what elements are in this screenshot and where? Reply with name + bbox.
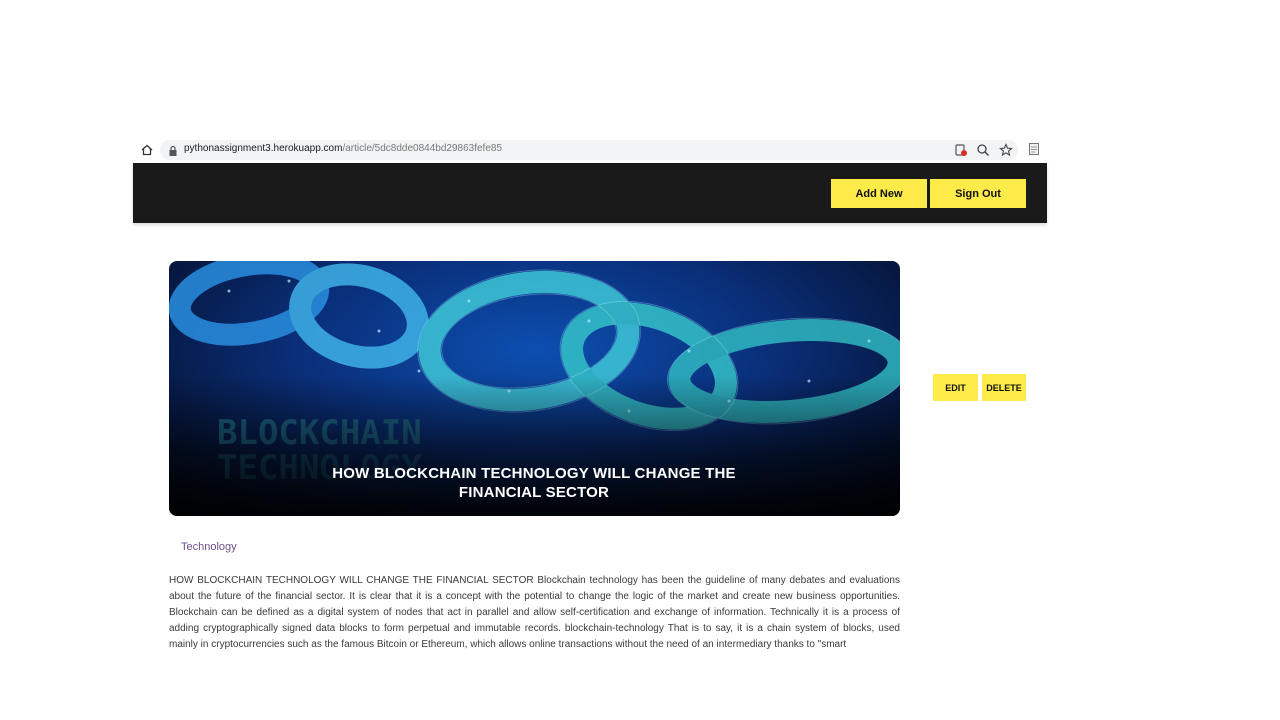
edit-button[interactable]: EDIT [933, 374, 978, 401]
article-category[interactable]: Technology [181, 541, 237, 553]
star-icon[interactable] [999, 143, 1013, 157]
url-text: pythonassignment3.herokuapp.com/article/… [184, 143, 502, 154]
url-path: /article/5dc8dde0844bd29863fefe85 [342, 143, 503, 154]
site-header: Add New Sign Out [133, 163, 1047, 223]
add-new-button[interactable]: Add New [831, 179, 927, 208]
sign-out-button[interactable]: Sign Out [930, 179, 1026, 208]
home-icon[interactable] [139, 142, 155, 158]
blocked-icon[interactable] [954, 143, 968, 157]
delete-button[interactable]: DELETE [982, 374, 1026, 401]
lock-icon[interactable] [168, 144, 178, 156]
browser-address-bar: pythonassignment3.herokuapp.com/article/… [133, 139, 1047, 161]
article-hero-image: BLOCKCHAIN TECHNOLOGY HOW BLOCKCHAIN TEC… [169, 261, 900, 516]
page-icon[interactable] [1027, 142, 1041, 156]
article-title: HOW BLOCKCHAIN TECHNOLOGY WILL CHANGE TH… [332, 465, 736, 501]
zoom-icon[interactable] [976, 143, 990, 157]
article-body: HOW BLOCKCHAIN TECHNOLOGY WILL CHANGE TH… [169, 575, 900, 650]
url-field[interactable]: pythonassignment3.herokuapp.com/article/… [160, 140, 1018, 160]
url-host: pythonassignment3.herokuapp.com [184, 143, 343, 154]
